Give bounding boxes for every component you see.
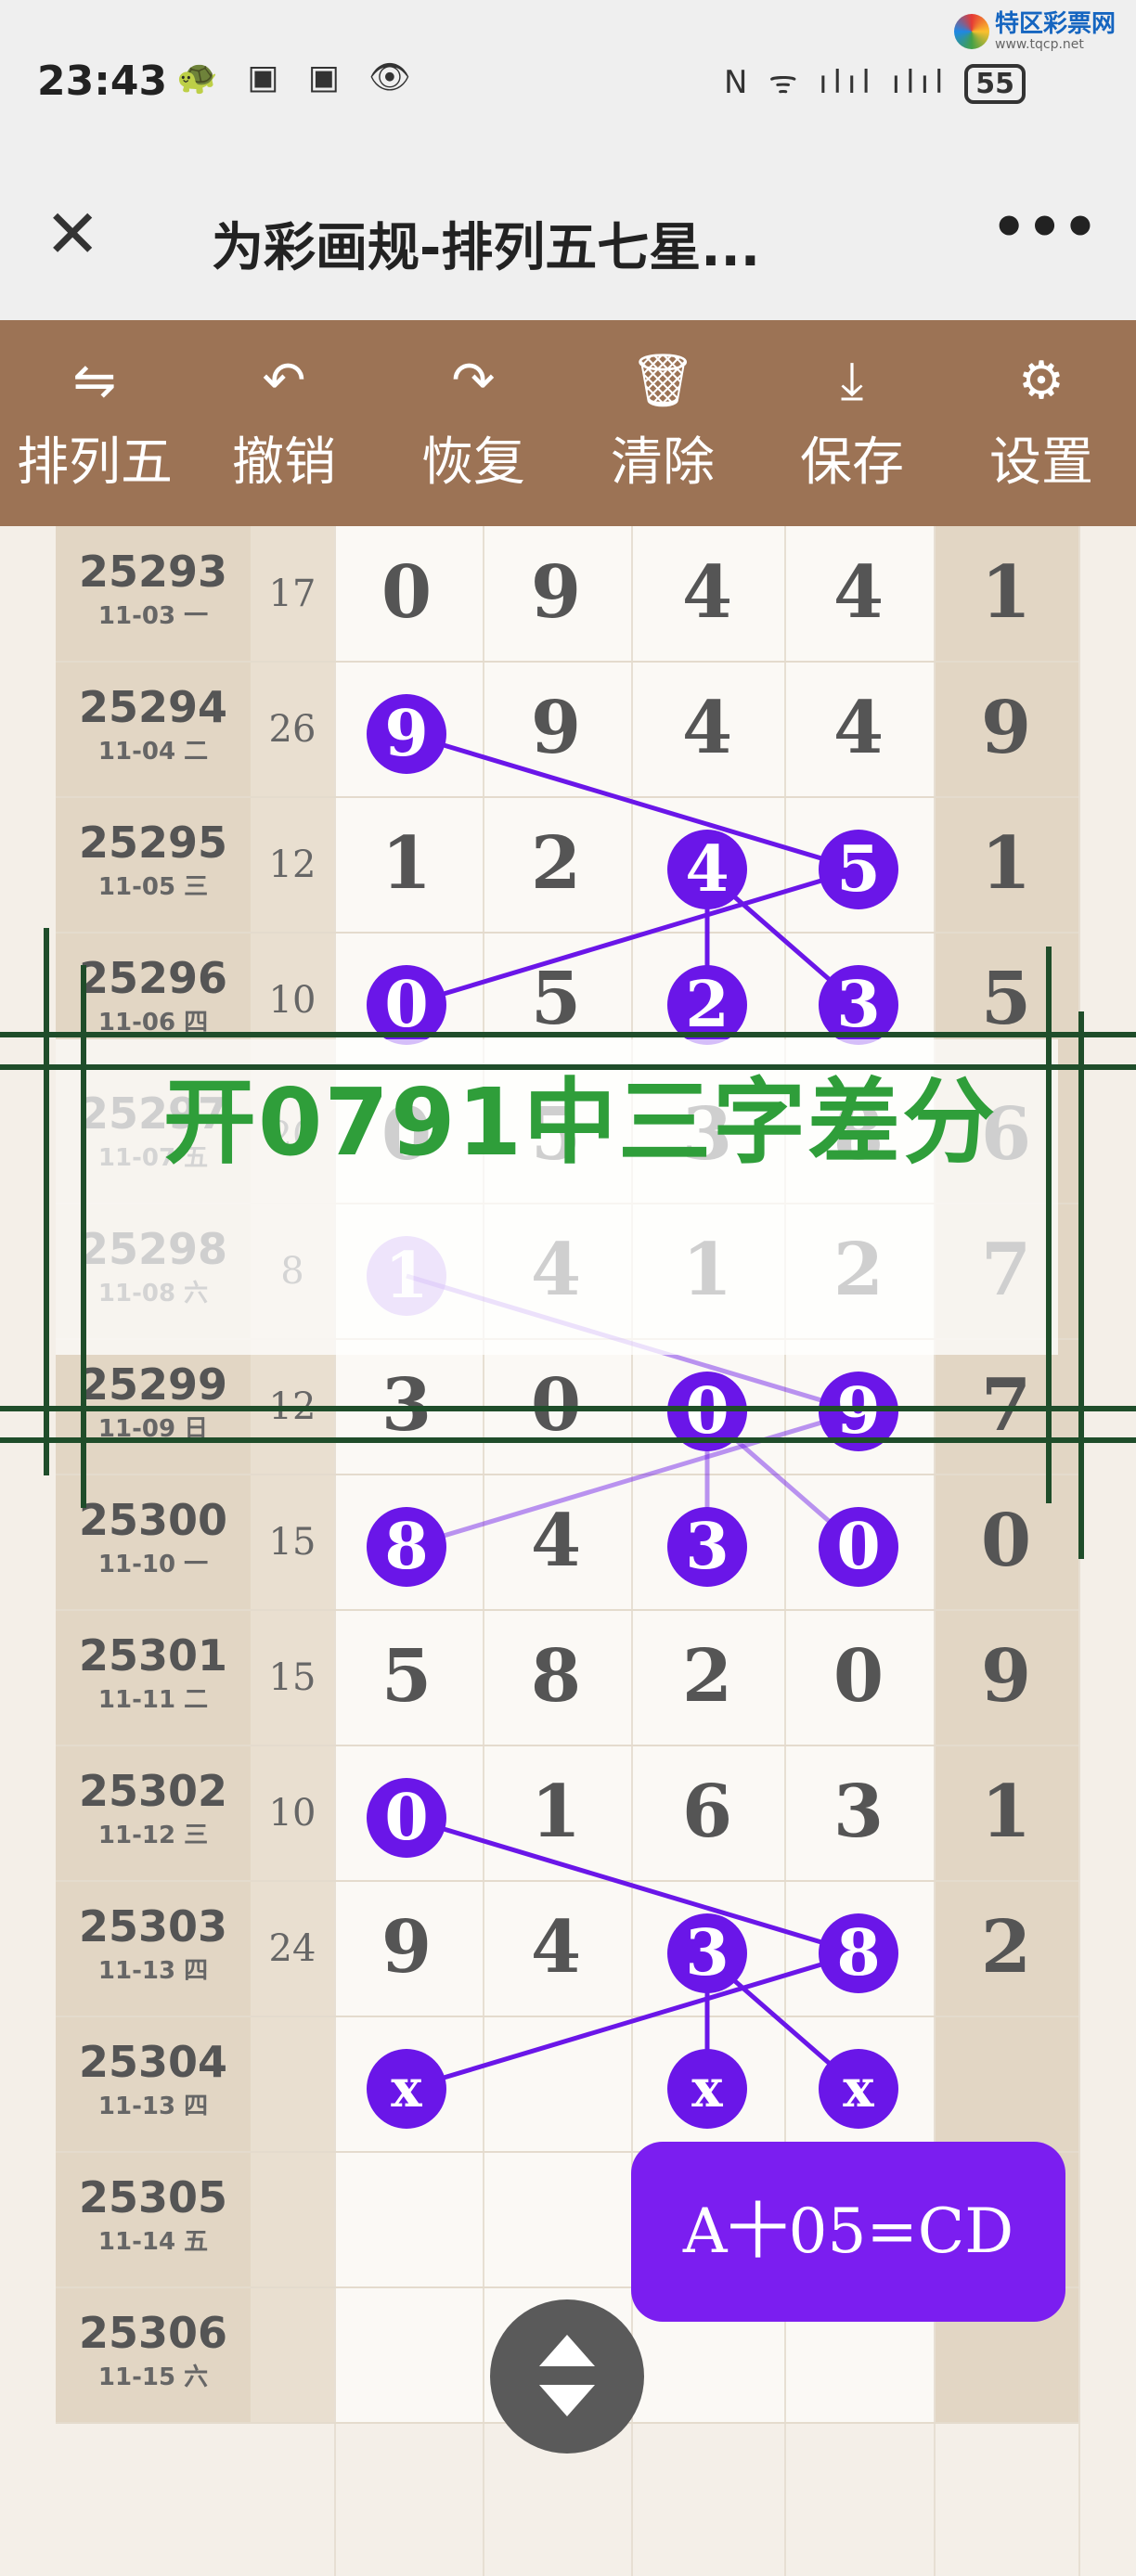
tool-label: 撤销 [232,432,336,493]
digit[interactable]: 9 [519,550,593,635]
system-icons: N ᯤ ılıl ılıl 55 [724,59,1026,104]
scroll-toggle-button[interactable] [490,2299,644,2454]
trash-icon: 🗑 [629,351,696,411]
digit[interactable]: 9 [969,686,1043,770]
digit[interactable]: 5 [969,957,1043,1041]
circled-digit[interactable]: 3 [667,1913,747,1993]
circled-digit[interactable]: 0 [667,1372,747,1451]
swap-icon: ⇋ [72,351,117,411]
digit[interactable]: 2 [519,821,593,906]
digit[interactable]: 0 [519,1363,593,1448]
digit[interactable]: 1 [969,550,1043,635]
circled-digit[interactable]: x [667,2049,747,2129]
digit[interactable]: 3 [369,1363,444,1448]
settings-button[interactable]: ⚙ 设置 [947,320,1136,526]
redo-icon: ↷ [451,351,496,411]
circled-digit[interactable]: 4 [667,830,747,909]
trend-line [406,1815,859,1956]
title-bar: ✕ 为彩画规-排列五七星... ••• [0,167,1136,320]
status-bar: 23:43 🐢 ▣ ▣ 👁 N ᯤ ılıl ılıl 55 特区彩票网 www… [0,0,1136,167]
toolbar: ⇋ 排列五 ↶ 撤销 ↷ 恢复 🗑 清除 ⤓ 保存 ⚙ 设置 [0,320,1136,526]
circled-digit[interactable]: 0 [367,965,446,1045]
digit[interactable]: 0 [969,1499,1043,1583]
save-button[interactable]: ⤓ 保存 [757,320,947,526]
digit[interactable]: 2 [969,1905,1043,1990]
digit[interactable]: 8 [519,1634,593,1719]
logo-swirl-icon [954,14,989,49]
gear-icon: ⚙ [1017,351,1065,411]
trend-line [406,1409,859,1550]
logo-text: 特区彩票网 [995,10,1117,38]
digit[interactable]: 1 [519,1770,593,1854]
digit[interactable]: 4 [670,550,744,635]
circled-digit[interactable]: 9 [819,1372,898,1451]
chevron-up-icon [539,2335,595,2366]
undo-button[interactable]: ↶ 撤销 [189,320,379,526]
tool-label: 恢复 [421,432,525,493]
switch-game-button[interactable]: ⇋ 排列五 [0,320,189,526]
undo-icon: ↶ [262,351,306,411]
digit[interactable]: 4 [519,1499,593,1583]
trend-line [406,731,859,872]
battery-icon: 55 [964,64,1026,104]
close-icon[interactable]: ✕ [45,195,100,273]
digit[interactable]: 4 [821,686,896,770]
digit[interactable]: 4 [519,1905,593,1990]
chevron-down-icon [539,2385,595,2416]
digit[interactable]: 7 [969,1363,1043,1448]
digit[interactable]: 0 [369,550,444,635]
circled-digit[interactable]: 5 [819,830,898,909]
digit[interactable]: 1 [369,821,444,906]
circled-digit[interactable]: 2 [667,965,747,1045]
trend-line [406,1951,859,2092]
digit[interactable]: 1 [969,821,1043,906]
signal-icons: N ᯤ ılıl ılıl [724,64,949,101]
digit[interactable]: 5 [519,957,593,1041]
circled-digit[interactable]: x [367,2049,446,2129]
digit[interactable]: 4 [670,686,744,770]
status-time: 23:43 [37,58,168,105]
circled-digit[interactable]: 3 [667,1507,747,1587]
circled-digit[interactable]: 9 [367,694,446,774]
download-icon: ⤓ [840,351,864,411]
digit[interactable]: 6 [670,1770,744,1854]
formula-badge: A十05=CD [631,2142,1065,2322]
tool-label: 排列五 [17,432,173,493]
trend-line [406,867,859,1008]
digit[interactable]: 5 [369,1634,444,1719]
page-title: 为彩画规-排列五七星... [212,218,761,278]
digit[interactable]: 1 [969,1770,1043,1854]
circled-digit[interactable]: 8 [819,1913,898,1993]
notification-icons: 🐢 ▣ ▣ 👁 [176,58,420,97]
circled-digit[interactable]: 0 [367,1778,446,1858]
banner-text: 开0791中三字差分 [162,1068,998,1177]
tool-label: 设置 [989,432,1093,493]
more-menu-icon[interactable]: ••• [991,195,1098,260]
circled-digit[interactable]: 0 [819,1507,898,1587]
logo-url: www.tqcp.net [995,37,1084,52]
circled-digit[interactable]: 3 [819,965,898,1045]
circled-digit[interactable]: x [819,2049,898,2129]
digit[interactable]: 9 [969,1634,1043,1719]
watermark-logo: 特区彩票网 www.tqcp.net [954,11,1116,52]
digit[interactable]: 3 [821,1770,896,1854]
redo-button[interactable]: ↷ 恢复 [379,320,568,526]
prediction-banner: 开0791中三字差分 [56,1039,1058,1355]
digit[interactable]: 4 [821,550,896,635]
digit[interactable]: 9 [369,1905,444,1990]
tool-label: 保存 [800,432,904,493]
digit[interactable]: 9 [519,686,593,770]
digit[interactable]: 0 [821,1634,896,1719]
circled-digit[interactable]: 8 [367,1507,446,1587]
clear-button[interactable]: 🗑 清除 [568,320,757,526]
digit[interactable]: 2 [670,1634,744,1719]
tool-label: 清除 [611,432,715,493]
